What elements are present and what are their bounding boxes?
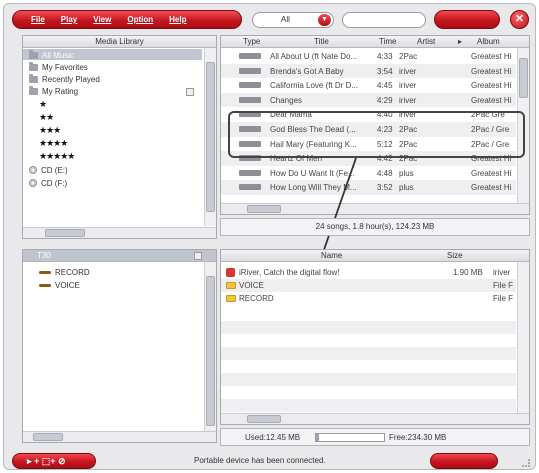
status-message: Portable device has been connected. [194, 456, 326, 465]
file-row[interactable]: RECORD File F [221, 292, 516, 305]
device-icon [226, 268, 235, 277]
library-summary: 24 songs, 1.8 hour(s), 124.23 MB [220, 218, 530, 236]
folder-icon [226, 295, 236, 302]
device-files-scrollbar[interactable] [517, 262, 529, 413]
device-tree-panel: T30 RECORD VOICE [22, 249, 217, 443]
file-type: iriver [493, 268, 511, 277]
device-name: T30 [37, 251, 51, 260]
resize-grip[interactable] [522, 459, 530, 467]
file-row[interactable]: iRiver, Catch the digital flow! 1.90 MB … [221, 266, 516, 279]
usage-bar [315, 433, 385, 442]
file-size: 1.90 MB [453, 268, 483, 277]
device-tree-hscrollbar[interactable] [23, 431, 216, 442]
scroll-thumb[interactable] [247, 415, 281, 423]
highlight-box [228, 111, 525, 158]
scroll-thumb[interactable] [33, 433, 63, 441]
app-window: File Play View Option Help All ▼ ✕ Media… [3, 3, 536, 470]
folder-icon [39, 270, 51, 274]
column-size[interactable]: Size [447, 251, 463, 260]
device-files-hscrollbar[interactable] [221, 413, 529, 424]
used-space: Used:12.45 MB [245, 433, 301, 442]
scroll-thumb[interactable] [206, 276, 215, 426]
device-folder-record[interactable]: RECORD [39, 266, 90, 278]
free-space: Free:234.30 MB [389, 433, 447, 442]
collapse-toggle[interactable] [194, 252, 202, 260]
folder-icon [226, 282, 236, 289]
folder-icon [39, 283, 51, 287]
device-header: T30 [23, 250, 216, 262]
empty-rows [221, 308, 516, 413]
device-folder-voice[interactable]: VOICE [39, 279, 80, 291]
file-name: VOICE [239, 281, 264, 290]
file-type: File F [493, 281, 513, 290]
file-row[interactable]: VOICE File F [221, 279, 516, 292]
usage-bar-fill [316, 434, 319, 441]
device-files-panel: Name Size iRiver, Catch the digital flow… [220, 249, 530, 425]
device-folder-label: VOICE [55, 280, 80, 290]
file-name: iRiver, Catch the digital flow! [239, 268, 340, 277]
device-folder-label: RECORD [55, 267, 90, 277]
device-files-header: Name Size [221, 250, 529, 262]
transfer-controls[interactable]: ▸ + ⬚+ ⊘ [12, 453, 96, 469]
column-name[interactable]: Name [321, 251, 342, 260]
transfer-button[interactable] [430, 453, 498, 469]
device-usage: Used:12.45 MB Free:234.30 MB [220, 428, 530, 446]
file-type: File F [493, 294, 513, 303]
device-tree-scrollbar[interactable] [204, 262, 216, 431]
file-name: RECORD [239, 294, 274, 303]
